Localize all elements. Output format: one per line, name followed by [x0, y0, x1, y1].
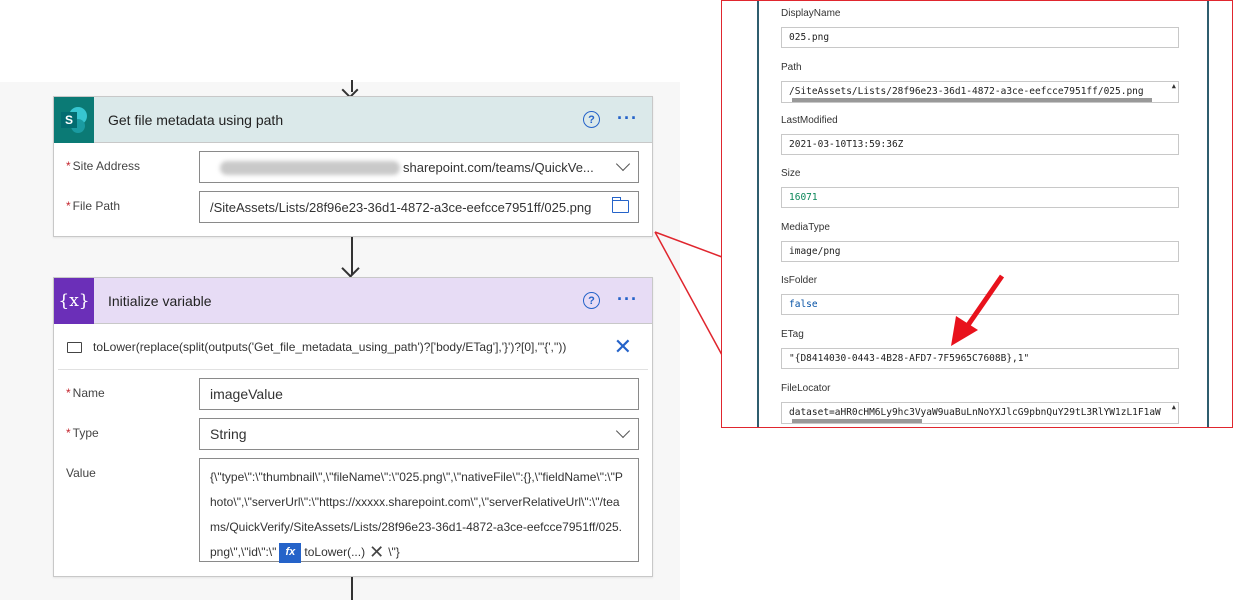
sharepoint-letter: S [61, 111, 77, 128]
outputs-panel[interactable]: DisplayName 025.png Path/SiteAssets/Lists/… [757, 1, 1209, 427]
chevron-down-icon[interactable] [615, 423, 631, 439]
property-displayname: DisplayName 025.png [781, 8, 1179, 48]
card-title: Initialize variable [108, 292, 212, 309]
property-value-text: 025.png [789, 32, 830, 43]
value-text: {\"type\":\"thumbnail\",\"fileName\":\"0… [210, 470, 623, 559]
property-value-text: dataset=aHR0cHM6Ly9hc3VyaW9uaBuLnNoYXJlc… [789, 407, 1161, 418]
property-etag: ETag "{D8414030-0443-4B28-AFD7-7F5965C760… [781, 329, 1179, 369]
property-name: Size [781, 168, 801, 179]
property-mediatype: MediaType image/png [781, 222, 1179, 262]
name-input[interactable]: imageValue [199, 378, 639, 410]
property-value[interactable]: 16071 [781, 187, 1179, 208]
type-dropdown[interactable]: String [199, 418, 639, 450]
value-tail: \"} [388, 545, 400, 559]
help-icon[interactable]: ? [583, 292, 600, 309]
property-path: Path/SiteAssets/Lists/28f96e23-36d1-4872… [781, 62, 1179, 103]
sharepoint-icon: S [54, 96, 94, 143]
property-value-text: image/png [789, 246, 841, 257]
property-value-text: /SiteAssets/Lists/28f96e23-36d1-4872-a3c… [789, 86, 1144, 97]
fx-token[interactable]: toLower(...) [304, 545, 365, 559]
property-value-text: false [789, 299, 818, 310]
value-textarea[interactable]: {\"type\":\"thumbnail\",\"fileName\":\"0… [199, 458, 639, 563]
property-name: ETag [781, 329, 804, 340]
type-row: * Type String [54, 418, 652, 458]
fx-icon[interactable]: fx [279, 542, 302, 563]
file-path-label: * File Path [66, 199, 121, 213]
horizontal-scrollbar[interactable] [792, 98, 1152, 102]
expression-banner: toLower(replace(split(outputs('Get_file_… [58, 324, 648, 370]
expression-text: toLower(replace(split(outputs('Get_file_… [93, 340, 567, 354]
scroll-arrows-icon[interactable]: ▲ [1172, 83, 1176, 90]
property-value[interactable]: /SiteAssets/Lists/28f96e23-36d1-4872-a3c… [781, 81, 1179, 103]
file-path-row: * File Path /SiteAssets/Lists/28f96e23-36… [54, 191, 652, 231]
property-value[interactable]: 025.png [781, 27, 1179, 48]
help-icon[interactable]: ? [583, 111, 600, 128]
property-value[interactable]: dataset=aHR0cHM6Ly9hc3VyaW9uaBuLnNoYXJlc… [781, 402, 1179, 424]
property-name: LastModified [781, 115, 838, 126]
property-filelocator: FileLocator dataset=aHR0cHM6Ly9hc3VyaW9ua… [781, 383, 1179, 424]
close-icon[interactable]: ✕ [614, 336, 632, 358]
chevron-down-icon[interactable] [615, 156, 631, 172]
redacted-blur [220, 161, 400, 175]
property-name: FileLocator [781, 383, 831, 394]
card-title: Get file metadata using path [108, 111, 284, 128]
property-value[interactable]: "{D8414030-0443-4B28-AFD7-7F5965C7608B},… [781, 348, 1179, 369]
property-lastmodified: LastModified 2021-03-10T13:59:36Z [781, 115, 1179, 155]
property-name: IsFolder [781, 275, 818, 286]
property-value-text: "{D8414030-0443-4B28-AFD7-7F5965C7608B},… [789, 353, 1030, 364]
horizontal-scrollbar[interactable] [792, 419, 922, 423]
file-path-input[interactable]: /SiteAssets/Lists/28f96e23-36d1-4872-a3c… [199, 191, 639, 223]
property-name: MediaType [781, 222, 830, 233]
outputs-callout: DisplayName 025.png Path/SiteAssets/Lists/… [721, 0, 1233, 428]
name-row: * Name imageValue [54, 378, 652, 418]
property-value[interactable]: image/png [781, 241, 1179, 262]
name-label: * Name [66, 386, 105, 400]
more-options-icon[interactable]: ··· [617, 289, 638, 310]
type-label: * Type [66, 426, 99, 440]
site-address-row: * Site Address sharepoint.com/teams/Quick… [54, 151, 652, 191]
site-address-value: sharepoint.com/teams/QuickVe... [403, 159, 594, 175]
property-value-text: 2021-03-10T13:59:36Z [789, 139, 904, 150]
card-header[interactable]: {x} Initialize variable ? ··· [54, 277, 652, 324]
site-address-dropdown[interactable]: sharepoint.com/teams/QuickVe... [199, 151, 639, 183]
property-name: Path [781, 62, 802, 73]
property-name: DisplayName [781, 8, 841, 19]
initialize-variable-card[interactable]: {x} Initialize variable ? ··· toLower(re… [53, 277, 653, 577]
remove-token-icon[interactable]: ✕ [369, 542, 384, 562]
variable-icon: {x} [54, 277, 94, 324]
value-label: Value [66, 466, 96, 480]
file-path-value: /SiteAssets/Lists/28f96e23-36d1-4872-a3c… [210, 199, 592, 215]
type-value: String [210, 426, 247, 442]
get-file-metadata-card[interactable]: S Get file metadata using path ? ··· * Si… [53, 96, 653, 237]
property-value[interactable]: false [781, 294, 1179, 315]
scroll-arrows-icon[interactable]: ▲ [1172, 404, 1176, 411]
property-value-text: 16071 [789, 192, 818, 203]
variable-glyph: {x} [58, 290, 90, 311]
property-size: Size 16071 [781, 168, 1179, 208]
more-options-icon[interactable]: ··· [617, 108, 638, 129]
folder-icon[interactable] [611, 197, 629, 213]
property-value[interactable]: 2021-03-10T13:59:36Z [781, 134, 1179, 155]
connector-bottom [351, 577, 353, 600]
comment-icon [67, 342, 82, 353]
card-header[interactable]: S Get file metadata using path ? ··· [54, 96, 652, 143]
site-address-label: * Site Address [66, 159, 141, 173]
value-row: Value {\"type\":\"thumbnail\",\"fileName… [54, 458, 652, 568]
property-isfolder: IsFolder false [781, 275, 1179, 315]
name-value: imageValue [210, 386, 283, 402]
